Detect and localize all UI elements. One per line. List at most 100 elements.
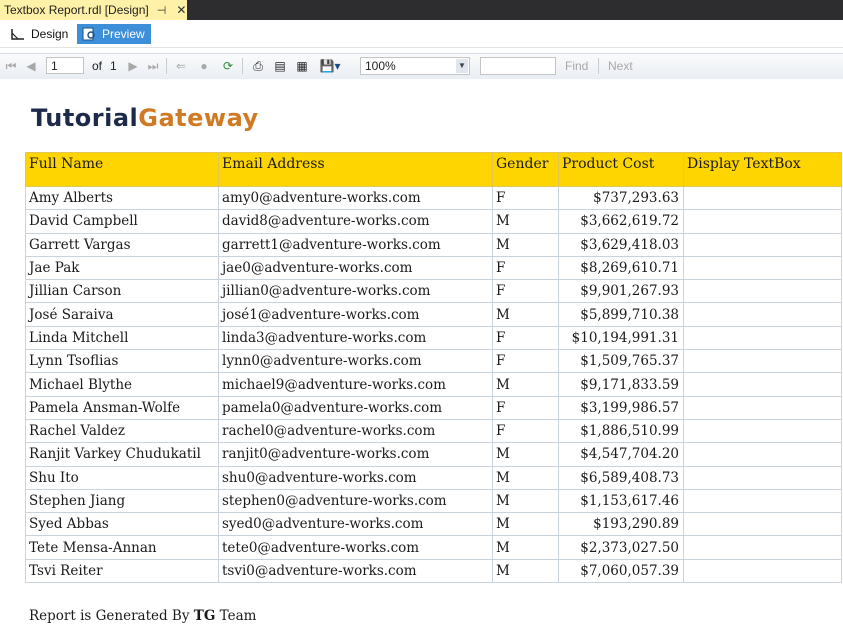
refresh-icon[interactable]: ⟳ bbox=[220, 58, 236, 74]
column-header: Full Name bbox=[25, 152, 219, 187]
email-cell: michael9@adventure-works.com bbox=[218, 372, 493, 397]
product-cost-cell: $6,589,408.73 bbox=[558, 465, 684, 490]
display-textbox-cell bbox=[683, 325, 842, 351]
email-cell: jae0@adventure-works.com bbox=[218, 255, 493, 281]
stop-icon[interactable]: ● bbox=[196, 58, 212, 74]
gender-cell: M bbox=[492, 512, 559, 537]
product-cost-cell: $5,899,710.38 bbox=[558, 302, 684, 327]
table-row: David Campbell david8@adventure-works.com… bbox=[25, 209, 842, 234]
next-page-icon[interactable]: ▶ bbox=[126, 58, 140, 74]
document-tab[interactable]: Textbox Report.rdl [Design] ⊣ ✕ bbox=[0, 0, 187, 20]
chevron-down-icon[interactable]: ▼ bbox=[456, 59, 468, 73]
print-icon[interactable]: ⎙ bbox=[250, 58, 266, 74]
document-tab-strip: Textbox Report.rdl [Design] ⊣ ✕ bbox=[0, 0, 843, 20]
email-cell: pamela0@adventure-works.com bbox=[218, 395, 493, 420]
table-row: Garrett Vargas garrett1@adventure-works.c… bbox=[25, 232, 842, 257]
gender-cell: M bbox=[492, 232, 559, 257]
full-name-cell: Syed Abbas bbox=[25, 512, 219, 537]
preview-tab-label: Preview bbox=[102, 27, 145, 41]
table-row: Tsvi Reiter tsvi0@adventure-works.com M $7,… bbox=[25, 558, 842, 584]
page-setup-icon[interactable]: ▦ bbox=[294, 58, 310, 74]
table-row: Amy Alberts amy0@adventure-works.com F $737… bbox=[25, 185, 842, 211]
column-header: Gender bbox=[492, 152, 559, 187]
full-name-cell: Ranjit Varkey Chudukatil bbox=[25, 442, 219, 467]
column-header: Display TextBox bbox=[683, 152, 842, 187]
table-row: Pamela Ansman-Wolfe pamela0@adventure-wor… bbox=[25, 395, 842, 420]
email-cell: david8@adventure-works.com bbox=[218, 209, 493, 234]
current-page-input[interactable]: 1 bbox=[46, 57, 84, 74]
product-cost-cell: $3,662,619.72 bbox=[558, 209, 684, 234]
full-name-cell: Amy Alberts bbox=[25, 185, 219, 211]
gender-cell: M bbox=[492, 209, 559, 234]
full-name-cell: Stephen Jiang bbox=[25, 488, 219, 514]
email-cell: josé1@adventure-works.com bbox=[218, 302, 493, 327]
table-row: Stephen Jiang stephen0@adventure-works.co… bbox=[25, 488, 842, 514]
product-cost-cell: $1,509,765.37 bbox=[558, 349, 684, 374]
previous-page-icon[interactable]: ◀ bbox=[24, 58, 38, 74]
full-name-cell: Michael Blythe bbox=[25, 372, 219, 397]
full-name-cell: José Saraiva bbox=[25, 302, 219, 327]
display-textbox-cell bbox=[683, 372, 842, 397]
design-tab-button[interactable]: Design bbox=[6, 24, 68, 44]
product-cost-cell: $1,153,617.46 bbox=[558, 488, 684, 514]
last-page-icon[interactable]: ⏭ bbox=[146, 58, 160, 74]
employee-table: Full Name Email Address Gender Product C… bbox=[25, 152, 842, 584]
gender-cell: F bbox=[492, 349, 559, 374]
product-cost-cell: $8,269,610.71 bbox=[558, 255, 684, 281]
find-button[interactable]: Find bbox=[565, 58, 588, 74]
table-header-row: Full Name Email Address Gender Product C… bbox=[25, 152, 842, 187]
pin-icon[interactable]: ⊣ bbox=[157, 4, 167, 17]
zoom-select[interactable]: 100% ▼ bbox=[360, 57, 470, 75]
preview-tab-button[interactable]: Preview bbox=[77, 24, 151, 44]
page-of-label: of bbox=[92, 59, 103, 73]
display-textbox-cell bbox=[683, 279, 842, 304]
table-row: Syed Abbas syed0@adventure-works.com M $193… bbox=[25, 512, 842, 537]
footer-suffix: Team bbox=[215, 608, 257, 624]
export-icon[interactable]: 💾▾ bbox=[318, 58, 342, 74]
next-button[interactable]: Next bbox=[608, 58, 633, 74]
gender-cell: M bbox=[492, 442, 559, 467]
display-textbox-cell bbox=[683, 395, 842, 420]
table-row: Rachel Valdez rachel0@adventure-works.com… bbox=[25, 418, 842, 444]
back-icon[interactable]: ⇐ bbox=[174, 58, 188, 74]
gender-cell: M bbox=[492, 488, 559, 514]
product-cost-cell: $7,060,057.39 bbox=[558, 558, 684, 584]
footer-bold: TG bbox=[193, 608, 216, 624]
table-row: Jillian Carson jillian0@adventure-works.c… bbox=[25, 279, 842, 304]
email-cell: jillian0@adventure-works.com bbox=[218, 279, 493, 304]
find-input[interactable] bbox=[480, 57, 556, 75]
toolbar-separator bbox=[166, 58, 167, 74]
full-name-cell: Tete Mensa-Annan bbox=[25, 535, 219, 560]
gender-cell: F bbox=[492, 325, 559, 351]
table-row: Lynn Tsoflias lynn0@adventure-works.com F $… bbox=[25, 349, 842, 374]
first-page-icon[interactable]: ⏮ bbox=[4, 58, 18, 74]
email-cell: shu0@adventure-works.com bbox=[218, 465, 493, 490]
email-cell: syed0@adventure-works.com bbox=[218, 512, 493, 537]
display-textbox-cell bbox=[683, 255, 842, 281]
footer-prefix: Report is Generated By bbox=[29, 608, 194, 624]
report-footer: Report is Generated By TG Team bbox=[29, 608, 256, 624]
product-cost-cell: $3,199,986.57 bbox=[558, 395, 684, 420]
email-cell: garrett1@adventure-works.com bbox=[218, 232, 493, 257]
zoom-value: 100% bbox=[365, 59, 396, 73]
product-cost-cell: $9,901,267.93 bbox=[558, 279, 684, 304]
column-header: Product Cost bbox=[558, 152, 684, 187]
product-cost-cell: $3,629,418.03 bbox=[558, 232, 684, 257]
table-row: Michael Blythe michael9@adventure-works.c… bbox=[25, 372, 842, 397]
display-textbox-cell bbox=[683, 535, 842, 560]
gender-cell: M bbox=[492, 302, 559, 327]
gender-cell: M bbox=[492, 535, 559, 560]
report-canvas: TutorialGateway Full Name Email Address … bbox=[0, 79, 843, 629]
logo-part-1: Tutorial bbox=[31, 104, 139, 132]
product-cost-cell: $4,547,704.20 bbox=[558, 442, 684, 467]
gender-cell: F bbox=[492, 185, 559, 211]
display-textbox-cell bbox=[683, 185, 842, 211]
close-icon[interactable]: ✕ bbox=[176, 3, 186, 17]
toolbar-separator bbox=[598, 58, 599, 74]
display-textbox-cell bbox=[683, 349, 842, 374]
table-row: Shu Ito shu0@adventure-works.com M $6,589,4… bbox=[25, 465, 842, 490]
print-layout-icon[interactable]: ▤ bbox=[272, 58, 288, 74]
table-row: José Saraiva josé1@adventure-works.com M $5… bbox=[25, 302, 842, 327]
gender-cell: F bbox=[492, 255, 559, 281]
full-name-cell: Jillian Carson bbox=[25, 279, 219, 304]
